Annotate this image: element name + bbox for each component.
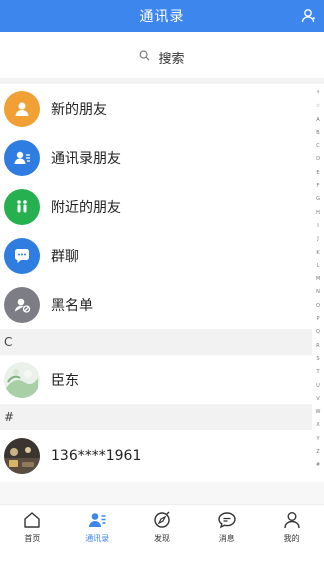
index-letter[interactable]: G [316,197,320,210]
blacklist-icon [4,286,40,323]
index-letter[interactable]: E [316,170,319,184]
tab-home[interactable]: 首页 [0,505,64,544]
index-letter[interactable]: M [316,277,320,290]
tab-label: 发现 [153,534,170,543]
menu-label: 新的朋友 [51,101,107,118]
section-letter: # [4,410,15,424]
menu-item-group-chat[interactable]: 群聊 [0,231,312,280]
index-letter[interactable]: R [316,343,319,357]
index-letter[interactable]: P [316,316,319,330]
search-icon [139,50,150,65]
safe-area [0,548,324,571]
index-letter[interactable]: Z [316,449,319,463]
tab-contacts[interactable]: 通讯录 [65,505,129,544]
contact-item[interactable]: 臣东 [0,356,312,404]
index-letter[interactable]: Q [316,330,320,343]
index-letter[interactable]: L [317,263,320,277]
bottom-tab-bar: 首页 通讯录 发现 消息 我的 [0,504,324,548]
contacts-friend-icon [4,139,40,176]
tab-messages[interactable]: 消息 [195,505,259,544]
menu-item-blacklist[interactable]: 黑名单 [0,280,312,329]
menu-item-contacts-friends[interactable]: 通讯录朋友 [0,133,312,182]
index-letter[interactable]: F [317,184,320,197]
index-letter[interactable]: T [316,370,319,383]
index-letter[interactable]: N [316,290,320,303]
home-icon [24,512,41,528]
index-letter[interactable]: A [316,117,319,131]
tab-profile[interactable]: 我的 [260,505,324,544]
tab-label: 消息 [218,534,235,543]
title-bar: 通讯录 [0,0,324,32]
contacts-icon [89,513,106,527]
alphabet-index[interactable]: ↑ ☆ A B C D E F G H I J K L M N O P Q R S T U V W X Y Z # [313,90,323,477]
page-title: 通讯录 [139,9,185,25]
search-label: 搜索 [158,51,185,67]
function-menu: 新的朋友 通讯录朋友 附近的朋友 群聊 黑名单 [0,84,312,329]
section-letter: C [4,335,13,349]
contact-avatar [4,362,40,398]
tab-label: 通讯录 [85,534,110,543]
nearby-friends-icon [4,188,40,225]
index-letter[interactable]: Y [316,436,319,450]
index-letter[interactable]: X [316,423,319,436]
index-letter[interactable]: J [317,237,318,250]
section-header-hash: # [0,404,312,430]
contact-item[interactable]: 136****1961 [0,432,312,480]
contact-avatar [4,438,40,474]
index-letter[interactable]: U [316,383,320,397]
index-letter[interactable]: B [316,130,319,144]
index-letter[interactable]: ☆ [316,104,320,117]
contact-name: 臣东 [51,373,79,389]
index-letter[interactable]: C [316,144,320,157]
index-letter[interactable]: ↑ [316,90,320,104]
search-bar[interactable]: 搜索 [0,32,324,82]
index-letter[interactable]: K [316,250,319,264]
index-letter[interactable]: H [316,210,320,224]
index-letter[interactable]: W [316,410,321,423]
tab-label: 首页 [24,534,41,543]
index-letter[interactable]: D [316,157,320,170]
section-header-c: C [0,329,312,355]
list-bottom-spacer [0,482,324,504]
menu-label: 通讯录朋友 [51,150,121,167]
index-letter[interactable]: I [317,223,318,237]
index-letter[interactable]: # [316,463,320,476]
index-letter[interactable]: S [316,356,319,370]
message-icon [218,512,236,529]
group-chat-icon [4,237,40,274]
menu-label: 群聊 [51,248,79,265]
index-letter[interactable]: O [316,303,320,317]
user-icon[interactable] [300,7,318,25]
tab-label: 我的 [283,534,300,543]
profile-icon [283,512,300,529]
menu-label: 黑名单 [51,297,93,314]
index-letter[interactable]: V [316,396,319,410]
new-friend-icon [4,90,40,127]
tab-discover[interactable]: 发现 [130,505,194,544]
discover-icon [154,511,170,528]
menu-item-nearby-friends[interactable]: 附近的朋友 [0,182,312,231]
menu-item-new-friends[interactable]: 新的朋友 [0,84,312,133]
contact-name: 136****1961 [51,448,142,464]
menu-label: 附近的朋友 [51,199,121,216]
